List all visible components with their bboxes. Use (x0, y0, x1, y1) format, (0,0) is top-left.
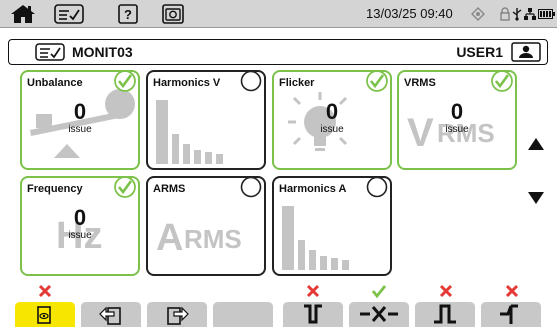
tile-harmonics-v[interactable]: Harmonics V (146, 70, 266, 170)
up-arrow-icon[interactable] (527, 136, 545, 152)
checklist-icon (35, 43, 65, 66)
tile-harmonics-a[interactable]: Harmonics A (272, 176, 392, 276)
ok-mark-icon (372, 285, 386, 298)
issue-label: issue (68, 230, 92, 241)
user-name: USER1 (456, 44, 503, 60)
tile-unbalance[interactable]: Unbalance 0 issue (20, 70, 140, 170)
usb-icon (511, 3, 523, 25)
fail-mark-icon (306, 284, 320, 298)
svg-text:A: A (156, 217, 183, 259)
check-icon (114, 178, 136, 198)
fail-mark-icon (505, 284, 519, 298)
check-icon (491, 72, 513, 92)
issue-label: issue (445, 124, 469, 135)
svg-text:RMS: RMS (184, 224, 242, 254)
datetime-readout: 13/03/25 09:40 (366, 6, 453, 21)
blank-key[interactable] (212, 300, 274, 327)
tile-arms[interactable]: A RMS ARMS (146, 176, 266, 276)
issue-label: issue (68, 124, 92, 135)
camera-icon[interactable] (162, 3, 184, 25)
status-bar: ? 13/03/25 09:40 (0, 0, 557, 28)
lock-icon (500, 3, 510, 25)
check-icon (114, 72, 136, 92)
tile-flicker[interactable]: Flicker 0 issue (272, 70, 392, 170)
empty-status-icon (240, 72, 262, 92)
down-arrow-icon[interactable] (527, 190, 545, 206)
check-icon (366, 72, 388, 92)
fail-mark-icon (439, 284, 453, 298)
home-icon[interactable] (8, 3, 38, 25)
help-icon[interactable]: ? (118, 3, 138, 25)
fail-mark-icon (38, 284, 52, 298)
battery-icon (538, 3, 555, 25)
checklist-icon[interactable] (54, 3, 84, 25)
issue-count: 0 (73, 99, 87, 124)
network-icon (524, 3, 536, 25)
sensor-icon (471, 3, 485, 25)
swell-button[interactable] (414, 300, 476, 327)
empty-status-icon (240, 178, 262, 198)
view-button[interactable] (14, 300, 76, 327)
issue-count: 0 (450, 99, 464, 124)
transient-button[interactable] (480, 300, 542, 327)
issue-count: 0 (73, 205, 87, 230)
interruption-button[interactable] (348, 300, 410, 327)
title-bar: MONIT03 USER1 (8, 39, 548, 65)
issue-count: 0 (325, 99, 339, 124)
issue-label: issue (320, 124, 344, 135)
svg-text:?: ? (124, 7, 132, 22)
device-name: MONIT03 (72, 44, 133, 60)
user-icon[interactable] (511, 42, 541, 67)
tile-vrms[interactable]: V RMS VRMS 0 issue (397, 70, 517, 170)
import-button[interactable] (80, 300, 142, 327)
empty-status-icon (366, 178, 388, 198)
tile-frequency[interactable]: Hz Frequency 0 issue (20, 176, 140, 276)
export-button[interactable] (146, 300, 208, 327)
voltage-dip-button[interactable] (282, 300, 344, 327)
function-key-bar (0, 300, 557, 327)
